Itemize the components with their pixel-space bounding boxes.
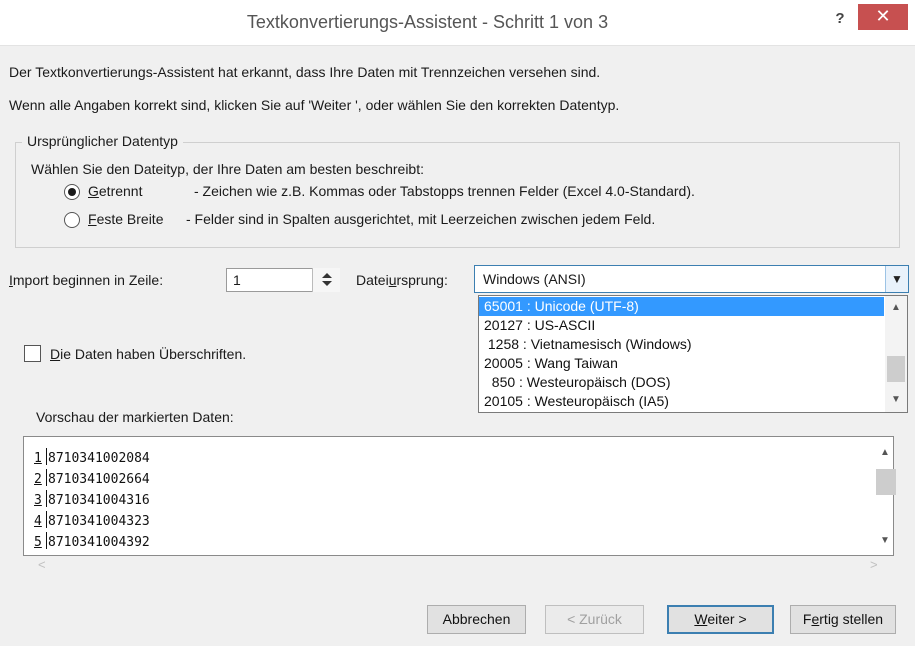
scroll-right-icon[interactable]: > [870,557,878,572]
intro-line-2: Wenn alle Angaben korrekt sind, klicken … [9,97,620,113]
file-type-prompt: Wählen Sie den Dateityp, der Ihre Daten … [31,161,424,177]
dropdown-option[interactable]: 65001 : Unicode (UTF-8) [479,297,884,316]
back-button[interactable]: < Zurück [545,605,644,634]
file-origin-label: Dateiursprung: [356,272,448,288]
file-origin-dropdown[interactable]: 65001 : Unicode (UTF-8) 20127 : US-ASCII… [478,295,908,413]
dropdown-option[interactable]: 1258 : Vietnamesisch (Windows) [479,335,884,354]
scroll-thumb[interactable] [887,356,905,382]
title-bar: Textkonvertierungs-Assistent - Schritt 1… [0,0,915,46]
radio-fixed-width-label[interactable]: Feste Breite [88,211,164,227]
intro-line-1: Der Textkonvertierungs-Assistent hat erk… [9,64,601,80]
chevron-down-icon[interactable]: ▼ [885,266,908,292]
finish-button[interactable]: Fertig stellen [790,605,896,634]
preview-row: 3 8710341004316 [34,490,150,511]
headers-checkbox-label[interactable]: Die Daten haben Überschriften. [50,346,246,362]
radio-fixed-width[interactable] [64,212,80,228]
close-button[interactable]: ✕ [858,4,908,30]
preview-row: 5 8710341004392 [34,532,150,553]
group-title: Ursprünglicher Datentyp [22,133,183,149]
dropdown-scrollbar[interactable]: ▲ ▼ [885,296,907,412]
scroll-up-icon[interactable]: ▲ [885,302,907,313]
scroll-up-icon[interactable]: ▲ [874,447,896,458]
headers-checkbox[interactable] [24,345,41,362]
window-title: Textkonvertierungs-Assistent - Schritt 1… [246,12,609,32]
preview-vertical-scrollbar[interactable]: ▲ ▼ [869,437,896,555]
dropdown-option[interactable]: 20105 : Westeuropäisch (IA5) [479,392,884,411]
radio-fixed-width-description: - Felder sind in Spalten ausgerichtet, m… [186,211,656,227]
help-button[interactable]: ? [830,10,850,30]
dropdown-option[interactable]: 20005 : Wang Taiwan [479,354,884,373]
cancel-button[interactable]: Abbrechen [427,605,526,634]
preview-row: 2 8710341002664 [34,469,150,490]
preview-label: Vorschau der markierten Daten: [36,409,234,425]
preview-area[interactable]: 1 8710341002084 2 8710341002664 3 871034100… [23,436,894,556]
start-row-spinner[interactable] [312,268,340,292]
start-row-label: Import beginnen in Zeile: [9,272,164,288]
scroll-thumb[interactable] [876,469,896,495]
preview-row: 1 8710341002084 [34,448,150,469]
radio-delimited-description: - Zeichen wie z.B. Kommas oder Tabstopps… [194,183,695,199]
file-origin-select[interactable]: Windows (ANSI) [474,265,909,293]
scroll-left-icon[interactable]: < [38,557,46,572]
spin-down-icon[interactable] [322,281,332,286]
radio-delimited-label[interactable]: Getrennt [88,183,142,199]
radio-delimited[interactable] [64,184,80,200]
next-button[interactable]: Weiter > [667,605,774,634]
scroll-down-icon[interactable]: ▼ [885,394,907,405]
preview-row: 4 8710341004323 [34,511,150,532]
dropdown-option[interactable]: 20127 : US-ASCII [479,316,884,335]
dropdown-option[interactable]: 850 : Westeuropäisch (DOS) [479,373,884,392]
spin-up-icon[interactable] [322,273,332,278]
scroll-down-icon[interactable]: ▼ [874,535,896,546]
